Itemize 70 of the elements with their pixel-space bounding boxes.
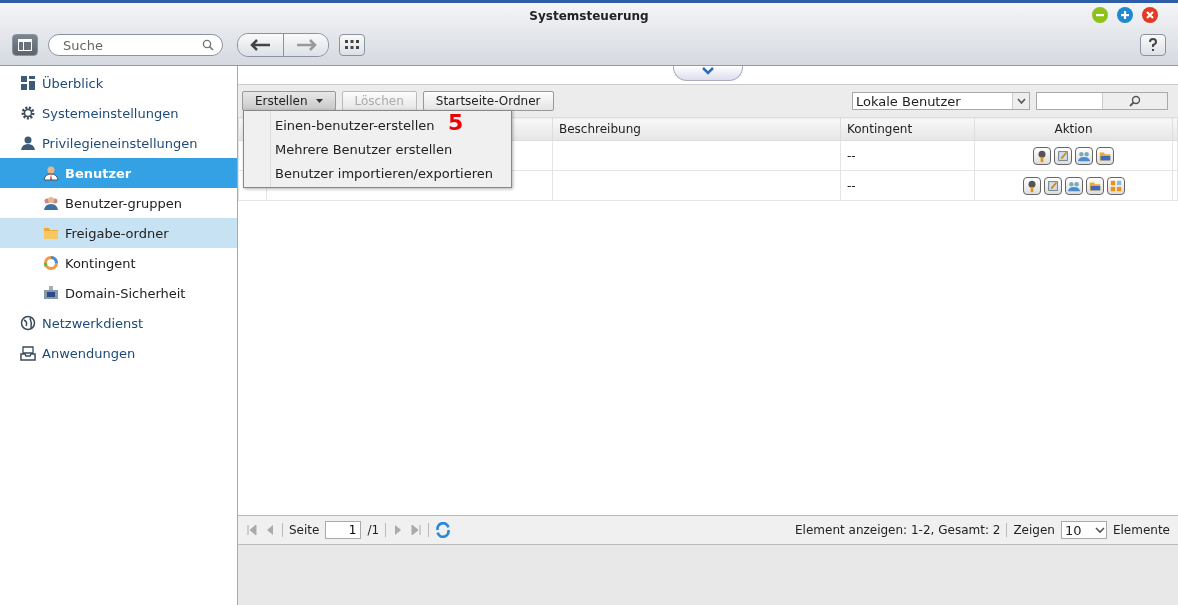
back-button[interactable] bbox=[238, 34, 283, 56]
arrow-left-icon bbox=[249, 39, 272, 51]
collapse-handle[interactable] bbox=[673, 66, 743, 81]
page-size-label: Zeigen bbox=[1013, 523, 1055, 537]
close-icon[interactable] bbox=[1142, 7, 1158, 23]
sidebar-item[interactable]: Überblick bbox=[0, 68, 237, 98]
globe-icon bbox=[20, 315, 36, 331]
users-icon[interactable] bbox=[1075, 146, 1093, 165]
edit-icon[interactable] bbox=[1043, 176, 1062, 195]
help-button[interactable] bbox=[1140, 34, 1166, 56]
menu-item[interactable]: Mehrere Benutzer erstellen bbox=[244, 137, 453, 161]
users-icon bbox=[43, 195, 59, 211]
column-header[interactable]: Kontingent bbox=[840, 117, 975, 141]
id-card-icon bbox=[43, 285, 59, 301]
users-icon[interactable] bbox=[1064, 176, 1083, 195]
column-header[interactable]: Beschreibung bbox=[552, 117, 841, 141]
page-label: Seite bbox=[289, 523, 320, 537]
apps-button[interactable] bbox=[339, 34, 365, 56]
maximize-icon[interactable] bbox=[1117, 7, 1133, 23]
create-dropdown-button[interactable]: Erstellen bbox=[242, 91, 336, 111]
arrow-right-icon bbox=[295, 39, 317, 51]
sidebar-item[interactable]: Systemeinstellungen bbox=[0, 98, 237, 128]
chevron-down-icon bbox=[1016, 98, 1026, 104]
search-input[interactable]: Suche bbox=[61, 36, 202, 54]
grid-icon bbox=[20, 75, 36, 91]
filter-search-field[interactable] bbox=[1036, 92, 1168, 110]
page-total: /1 bbox=[367, 523, 380, 537]
search-icon[interactable] bbox=[1128, 95, 1141, 107]
menu-item[interactable]: Benutzer importieren/exportieren bbox=[244, 161, 494, 185]
sidebar-item[interactable]: Kontingent bbox=[0, 248, 237, 278]
page-size-unit: Elemente bbox=[1112, 523, 1170, 537]
search-icon[interactable] bbox=[202, 39, 214, 51]
refresh-icon[interactable] bbox=[435, 522, 452, 538]
table-cell: -- bbox=[840, 170, 975, 201]
grid-icon[interactable] bbox=[1106, 176, 1125, 195]
key-icon[interactable] bbox=[1033, 146, 1051, 165]
sidebar-item[interactable]: Anwendungen bbox=[0, 338, 237, 368]
caret-icon bbox=[315, 99, 323, 103]
sidebar-item[interactable]: Benutzer-gruppen bbox=[0, 188, 237, 218]
gear-icon bbox=[20, 105, 36, 121]
page-size-dropdown[interactable]: 10 bbox=[1060, 521, 1107, 539]
step-number: 5 bbox=[448, 111, 464, 135]
window-title: Systemsteuerung bbox=[529, 9, 649, 23]
ring-icon bbox=[43, 255, 59, 271]
folder-icon[interactable] bbox=[1096, 146, 1114, 165]
chevron-down-icon bbox=[701, 66, 715, 76]
search-field[interactable]: Suche bbox=[48, 34, 223, 56]
menu-item[interactable]: Einen-benutzer-erstellen bbox=[244, 113, 435, 137]
person-icon bbox=[20, 135, 36, 151]
question-mark-icon bbox=[1148, 38, 1158, 52]
edit-icon[interactable] bbox=[1054, 146, 1072, 165]
folder-icon[interactable] bbox=[1085, 176, 1104, 195]
dots-grid-icon bbox=[345, 40, 359, 50]
item-summary: Element anzeigen: 1-2, Gesamt: 2 bbox=[795, 523, 1001, 537]
folder-icon bbox=[43, 225, 59, 241]
user-type-dropdown[interactable]: Lokale Benutzer bbox=[852, 92, 1030, 110]
column-header[interactable]: Aktion bbox=[974, 117, 1173, 141]
user-icon bbox=[43, 165, 59, 181]
table-cell: -- bbox=[840, 140, 975, 171]
key-icon[interactable] bbox=[1022, 176, 1041, 195]
layout-icon bbox=[17, 38, 33, 52]
sidebar-item[interactable]: Netzwerkdienst bbox=[0, 308, 237, 338]
sidebar-item[interactable]: Domain-Sicherheit bbox=[0, 278, 237, 308]
toolbar-button[interactable]: Startseite-Ordner bbox=[422, 91, 554, 111]
sidebar-item[interactable]: Privilegieneinstellungen bbox=[0, 128, 237, 158]
sidebar-toggle-button[interactable] bbox=[12, 34, 38, 56]
tray-icon bbox=[20, 345, 36, 361]
chevron-down-icon bbox=[1093, 524, 1106, 536]
sidebar-item[interactable]: Freigabe-ordner bbox=[0, 218, 237, 248]
page-field[interactable]: 1 bbox=[325, 521, 362, 539]
